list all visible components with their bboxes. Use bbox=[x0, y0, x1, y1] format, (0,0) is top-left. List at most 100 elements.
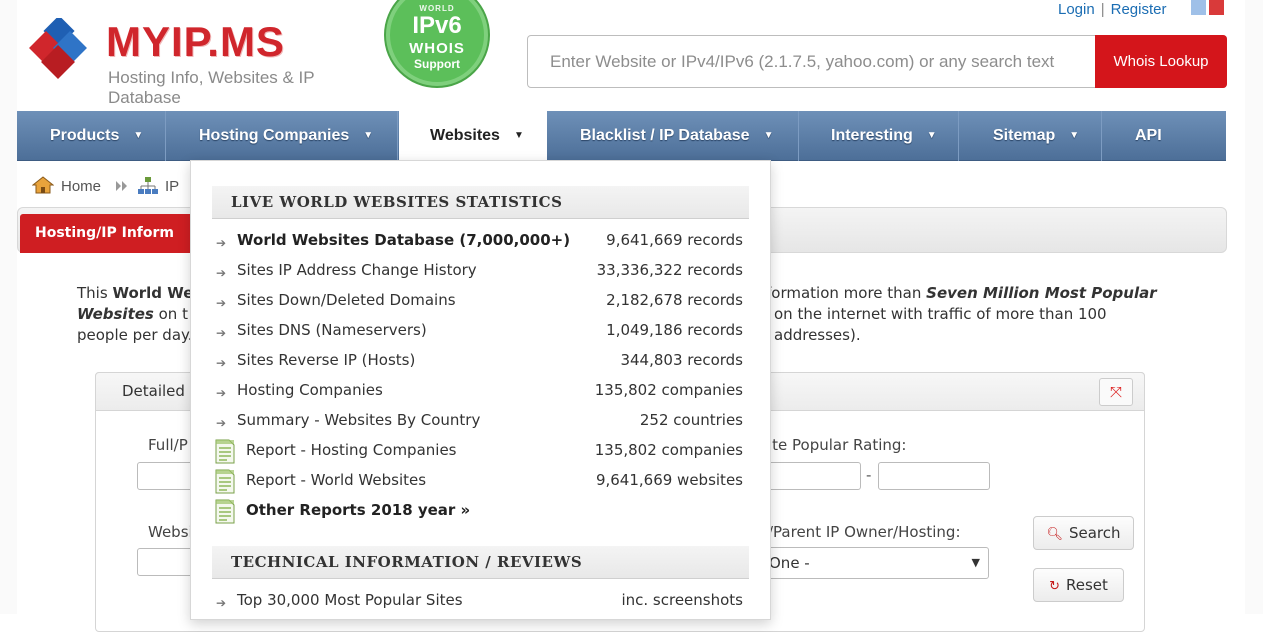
menu-item-value: 1,049,186 records bbox=[606, 321, 743, 339]
arrow-right-icon: ➔ bbox=[216, 416, 227, 430]
search-icon: 🔍︎ bbox=[1046, 527, 1063, 542]
chevron-down-icon: ▼ bbox=[1069, 130, 1080, 141]
website-label: Websi bbox=[148, 523, 193, 541]
owner-label: /Parent IP Owner/Hosting: bbox=[768, 523, 961, 541]
intro-bold-fragment: World We bbox=[112, 284, 194, 302]
network-icon bbox=[138, 177, 158, 194]
home-icon[interactable] bbox=[32, 176, 54, 194]
owner-select[interactable]: One - ▼ bbox=[748, 547, 989, 579]
menu-item-label: Sites IP Address Change History bbox=[237, 261, 477, 279]
nav-interesting[interactable]: Interesting ▼ bbox=[799, 111, 959, 161]
full-input[interactable] bbox=[137, 462, 197, 490]
website-input[interactable] bbox=[137, 548, 197, 576]
menu-item-label: Sites Down/Deleted Domains bbox=[237, 291, 456, 309]
menu-item-reverse-ip[interactable]: ➔ Sites Reverse IP (Hosts) 344,803 records bbox=[212, 351, 749, 381]
badge-line2: WHOIS bbox=[409, 40, 465, 57]
menu-item-value: inc. screenshots bbox=[621, 591, 743, 609]
report-document-icon bbox=[215, 469, 235, 494]
dropdown-section-stats: LIVE WORLD WEBSITES STATISTICS bbox=[212, 186, 749, 219]
panel-header-label: Detailed bbox=[122, 382, 185, 400]
nav-sitemap[interactable]: Sitemap ▼ bbox=[959, 111, 1102, 161]
intro-line2-start: Websites on t bbox=[77, 304, 188, 325]
login-link[interactable]: Login bbox=[1058, 1, 1095, 18]
menu-item-label: Top 30,000 Most Popular Sites bbox=[237, 591, 463, 609]
chevron-down-icon: ▼ bbox=[133, 130, 144, 141]
menu-item-down-deleted-domains[interactable]: ➔ Sites Down/Deleted Domains 2,182,678 rec… bbox=[212, 291, 749, 321]
chevron-down-icon: ▼ bbox=[763, 130, 774, 141]
search-button-label: Search bbox=[1068, 524, 1121, 542]
menu-item-report-world-websites[interactable]: Report - World Websites 9,641,669 website… bbox=[212, 469, 749, 501]
chevron-down-icon: ▼ bbox=[926, 130, 937, 141]
report-document-icon bbox=[215, 499, 235, 524]
menu-item-label: Report - Hosting Companies bbox=[246, 441, 457, 459]
report-document-icon bbox=[215, 439, 235, 464]
menu-item-value: 135,802 companies bbox=[594, 441, 743, 459]
arrow-right-icon: ➔ bbox=[216, 296, 227, 310]
select-arrow-icon: ▼ bbox=[971, 556, 980, 569]
intro-line3-end: addresses). bbox=[774, 326, 861, 344]
nav-label: Websites bbox=[430, 127, 500, 144]
nav-label: Blacklist / IP Database bbox=[580, 127, 750, 144]
rating-to-input[interactable] bbox=[878, 462, 990, 490]
full-label: Full/P bbox=[148, 436, 188, 454]
logo-tagline: Hosting Info, Websites & IP Database bbox=[108, 68, 315, 107]
register-link[interactable]: Register bbox=[1111, 1, 1167, 18]
menu-item-value: 9,641,669 websites bbox=[595, 471, 743, 489]
nav-hosting-companies[interactable]: Hosting Companies ▼ bbox=[166, 111, 398, 161]
nav-label: Products bbox=[50, 127, 120, 144]
arrow-right-icon: ➔ bbox=[216, 356, 227, 370]
logo-diamond-icon bbox=[29, 18, 87, 79]
site-logo[interactable]: MYIP.MS Hosting Info, Websites & IP Data… bbox=[28, 12, 388, 107]
chevron-down-icon: ▼ bbox=[363, 130, 374, 141]
menu-item-hosting-companies[interactable]: ➔ Hosting Companies 135,802 companies bbox=[212, 381, 749, 411]
menu-item-label: World Websites Database (7,000,000+) bbox=[237, 231, 571, 249]
menu-item-value: 252 countries bbox=[639, 411, 743, 429]
nav-blacklist-ip-database[interactable]: Blacklist / IP Database ▼ bbox=[547, 111, 799, 161]
dropdown-section-technical: TECHNICAL INFORMATION / REVIEWS bbox=[212, 546, 749, 579]
search-button[interactable]: 🔍︎ Search bbox=[1033, 516, 1134, 550]
arrow-right-icon: ➔ bbox=[216, 266, 227, 280]
menu-item-label: Sites DNS (Nameservers) bbox=[237, 321, 427, 339]
intro-text-fragment: This bbox=[77, 284, 108, 302]
menu-item-value: 344,803 records bbox=[620, 351, 743, 369]
nav-api[interactable]: API bbox=[1102, 111, 1226, 161]
expand-icon[interactable]: ⤧ bbox=[1099, 378, 1133, 406]
nav-products[interactable]: Products ▼ bbox=[17, 111, 166, 161]
menu-item-label: Report - World Websites bbox=[246, 471, 427, 489]
double-arrow-icon bbox=[116, 181, 127, 191]
intro-emphasis-fragment: Seven Million Most Popular bbox=[926, 284, 1157, 302]
section-tab[interactable]: Hosting/IP Inform bbox=[20, 214, 195, 253]
language-flag-icon[interactable] bbox=[1191, 0, 1227, 15]
nav-label: Interesting bbox=[831, 127, 913, 144]
arrow-right-icon: ➔ bbox=[216, 386, 227, 400]
search-input[interactable] bbox=[528, 36, 1096, 87]
reset-button-label: Reset bbox=[1066, 576, 1108, 594]
breadcrumb-ip[interactable]: IP bbox=[165, 178, 179, 195]
menu-item-sites-dns[interactable]: ➔ Sites DNS (Nameservers) 1,049,186 record… bbox=[212, 321, 749, 351]
menu-item-label: Summary - Websites By Country bbox=[237, 411, 481, 429]
reset-button[interactable]: ↻ Reset bbox=[1033, 568, 1124, 602]
menu-item-top-30000-sites[interactable]: ➔ Top 30,000 Most Popular Sites inc. scree… bbox=[212, 591, 749, 621]
whois-lookup-button[interactable]: Whois Lookup bbox=[1095, 35, 1227, 88]
search-box: Whois Lookup bbox=[527, 35, 1227, 88]
menu-item-other-reports[interactable]: Other Reports 2018 year » bbox=[212, 499, 749, 531]
arrow-right-icon: ➔ bbox=[216, 596, 227, 610]
menu-item-label: Hosting Companies bbox=[237, 381, 383, 399]
intro-line1-end: formation more than Seven Million Most P… bbox=[766, 283, 1157, 304]
menu-item-ip-change-history[interactable]: ➔ Sites IP Address Change History 33,336,3… bbox=[212, 261, 749, 291]
menu-item-world-websites-database[interactable]: ➔ World Websites Database (7,000,000+) 9,6… bbox=[212, 231, 749, 261]
range-dash: - bbox=[866, 466, 872, 484]
reset-icon: ↻ bbox=[1049, 579, 1060, 594]
menu-item-label: Sites Reverse IP (Hosts) bbox=[237, 351, 416, 369]
nav-websites[interactable]: Websites ▼ bbox=[399, 111, 547, 162]
badge-title: IPv6 bbox=[412, 12, 462, 39]
nav-label: Hosting Companies bbox=[199, 127, 350, 144]
main-nav: Products ▼ Hosting Companies ▼ Websites ▼ B… bbox=[17, 111, 1226, 162]
arrow-right-icon: ➔ bbox=[216, 326, 227, 340]
menu-item-websites-by-country[interactable]: ➔ Summary - Websites By Country 252 countr… bbox=[212, 411, 749, 441]
breadcrumb-home[interactable]: Home bbox=[61, 178, 101, 195]
menu-item-report-hosting-companies[interactable]: Report - Hosting Companies 135,802 compan… bbox=[212, 439, 749, 471]
menu-item-value: 33,336,322 records bbox=[596, 261, 743, 279]
auth-links: Login | Register bbox=[1058, 1, 1166, 18]
intro-line1-start: This World We bbox=[77, 283, 193, 304]
